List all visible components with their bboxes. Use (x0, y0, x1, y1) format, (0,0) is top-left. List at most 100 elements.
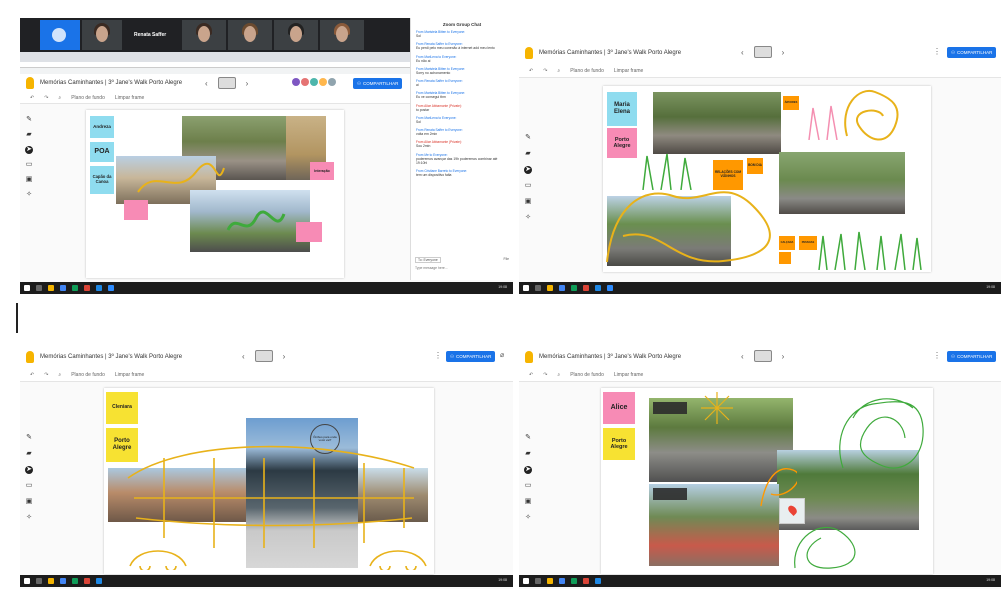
pen-icon[interactable]: ✎ (25, 434, 33, 442)
search-icon[interactable] (535, 285, 541, 291)
taskbar-app-icon[interactable] (595, 578, 601, 584)
zoom-icon[interactable]: ⌕ (557, 68, 560, 74)
taskbar-app-icon[interactable] (607, 285, 613, 291)
sticky-note-icon[interactable]: ▭ (524, 482, 532, 490)
taskbar-app-icon[interactable] (84, 285, 90, 291)
clear-frame-button[interactable]: Limpar frame (115, 372, 144, 378)
sticky-note-small[interactable]: CALÇADA (779, 236, 795, 250)
sticky-note-andreza[interactable]: Andreza (90, 116, 114, 138)
chevron-left-icon[interactable]: ‹ (741, 48, 744, 57)
taskbar-app-icon[interactable] (108, 285, 114, 291)
background-button[interactable]: Plano de fundo (71, 372, 105, 378)
clear-frame-button[interactable]: Limpar frame (614, 372, 643, 378)
zoom-icon[interactable]: ⌕ (58, 95, 61, 101)
search-icon[interactable] (535, 578, 541, 584)
sticky-note-small[interactable]: ÁRVORES (783, 96, 799, 110)
board-canvas[interactable]: Maria Elena Porto Alegre RELAÇÕES COM VI… (603, 86, 931, 272)
laser-icon[interactable]: ✧ (25, 191, 33, 199)
sticky-note-pink[interactable] (296, 222, 322, 242)
frame-thumbnail[interactable] (254, 350, 273, 362)
cursor-icon[interactable]: ➤ (524, 166, 532, 174)
undo-icon[interactable]: ↶ (30, 372, 34, 378)
share-button[interactable]: ⚇ COMPARTILHAR (446, 351, 496, 362)
chevron-left-icon[interactable]: ‹ (242, 352, 245, 361)
clear-frame-button[interactable]: Limpar frame (614, 68, 643, 74)
eraser-icon[interactable]: ▰ (524, 450, 532, 458)
windows-start-icon[interactable] (523, 578, 529, 584)
chat-file-button[interactable]: File (504, 257, 509, 263)
taskbar-app-icon[interactable] (96, 578, 102, 584)
eraser-icon[interactable]: ▰ (25, 450, 33, 458)
taskbar-app-icon[interactable] (595, 285, 601, 291)
image-icon[interactable]: ▣ (524, 498, 532, 506)
share-button[interactable]: ⚇ COMPARTILHAR (947, 47, 997, 58)
taskbar-app-icon[interactable] (84, 578, 90, 584)
sticky-note-icon[interactable]: ▭ (25, 161, 33, 169)
windows-start-icon[interactable] (24, 578, 30, 584)
chevron-right-icon[interactable]: › (782, 48, 785, 57)
board-canvas[interactable]: Alice Porto Alegre (601, 388, 933, 574)
taskbar-app-icon[interactable] (72, 578, 78, 584)
participant-tile[interactable] (82, 20, 122, 50)
cursor-icon[interactable]: ➤ (524, 466, 532, 474)
taskbar-app-icon[interactable] (583, 578, 589, 584)
sticky-note-capao[interactable]: Capão da Canoa (90, 166, 114, 194)
search-icon[interactable] (36, 578, 42, 584)
sticky-note-icon[interactable]: ▭ (524, 182, 532, 190)
chat-recipient-select[interactable]: To: Everyone (415, 257, 441, 263)
chevron-left-icon[interactable]: ‹ (205, 79, 208, 88)
taskbar-app-icon[interactable] (547, 285, 553, 291)
background-button[interactable]: Plano de fundo (570, 68, 604, 74)
more-options-icon[interactable]: ⋮ (434, 351, 442, 360)
undo-icon[interactable]: ↶ (529, 68, 533, 74)
participant-tile[interactable] (40, 20, 80, 50)
background-button[interactable]: Plano de fundo (570, 372, 604, 378)
share-button[interactable]: ⚇ COMPARTILHAR (947, 351, 997, 362)
redo-icon[interactable]: ↷ (44, 372, 48, 378)
frame-thumbnail[interactable] (753, 350, 772, 362)
taskbar-app-icon[interactable] (96, 285, 102, 291)
taskbar-app-icon[interactable] (547, 578, 553, 584)
laser-icon[interactable]: ✧ (25, 514, 33, 522)
board-canvas[interactable]: Andreza POA Capão da Canoa Interação (86, 110, 344, 278)
undo-icon[interactable]: ↶ (529, 372, 533, 378)
cursor-icon[interactable]: ➤ (25, 466, 33, 474)
taskbar-app-icon[interactable] (559, 578, 565, 584)
background-button[interactable]: Plano de fundo (71, 95, 105, 101)
redo-icon[interactable]: ↷ (543, 68, 547, 74)
windows-start-icon[interactable] (24, 285, 30, 291)
taskbar-app-icon[interactable] (559, 285, 565, 291)
participant-tile[interactable] (274, 20, 318, 50)
pen-icon[interactable]: ✎ (524, 434, 532, 442)
sticky-note-alice[interactable]: Alice (603, 392, 635, 424)
more-options-icon[interactable]: ⋮ (933, 351, 941, 360)
sticky-note-pink[interactable] (124, 200, 148, 220)
taskbar-app-icon[interactable] (60, 285, 66, 291)
image-icon[interactable]: ▣ (25, 176, 33, 184)
redo-icon[interactable]: ↷ (44, 95, 48, 101)
sticky-note-poa[interactable]: POA (90, 142, 114, 162)
chevron-left-icon[interactable]: ‹ (741, 352, 744, 361)
cursor-icon[interactable]: ➤ (25, 146, 33, 154)
clear-frame-button[interactable]: Limpar frame (115, 95, 144, 101)
taskbar-app-icon[interactable] (571, 578, 577, 584)
participant-tile[interactable] (228, 20, 272, 50)
eraser-icon[interactable]: ▰ (25, 131, 33, 139)
taskbar-app-icon[interactable] (60, 578, 66, 584)
image-icon[interactable]: ▣ (524, 198, 532, 206)
undo-icon[interactable]: ↶ (30, 95, 34, 101)
chat-input[interactable] (415, 266, 509, 270)
sticky-note-interacao[interactable]: Interação (310, 162, 334, 180)
pen-icon[interactable]: ✎ (25, 116, 33, 124)
board-canvas[interactable]: Cleniara Porto Alegre Ônibus para onde v… (104, 388, 434, 574)
chevron-right-icon[interactable]: › (246, 79, 249, 88)
participant-tile[interactable] (320, 20, 364, 50)
chevron-right-icon[interactable]: › (283, 352, 286, 361)
street-photo[interactable] (779, 152, 905, 214)
sticky-note-small[interactable] (779, 252, 791, 264)
taskbar-app-icon[interactable] (583, 285, 589, 291)
windows-start-icon[interactable] (523, 285, 529, 291)
frame-thumbnail[interactable] (217, 77, 236, 89)
pen-icon[interactable]: ✎ (524, 134, 532, 142)
sticky-note-icon[interactable]: ▭ (25, 482, 33, 490)
